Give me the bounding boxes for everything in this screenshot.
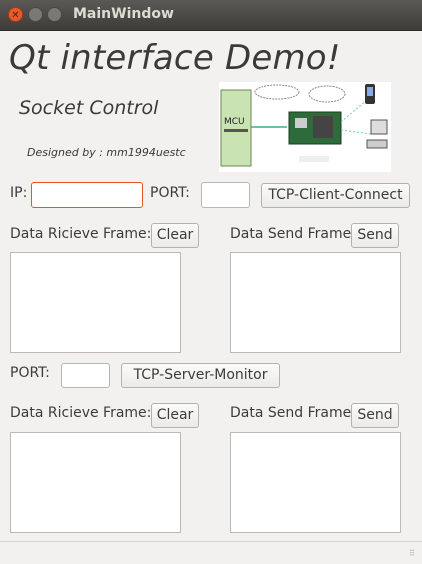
server-send-frame-label: Data Send Frame: [230, 405, 356, 421]
server-send-textarea[interactable] [230, 432, 401, 533]
page-subtitle: Socket Control [19, 97, 159, 119]
client-receive-frame-label: Data Ricieve Frame: [10, 226, 152, 242]
window-titlebar: ✕ MainWindow [0, 0, 422, 31]
client-send-frame-label: Data Send Frame: [230, 226, 356, 242]
server-receive-frame-label: Data Ricieve Frame: [10, 405, 152, 421]
ip-label: IP: [10, 185, 28, 201]
client-send-button[interactable]: Send [351, 223, 399, 248]
credit-label: Designed by : mm1994uestc [27, 146, 186, 159]
server-clear-button[interactable]: Clear [151, 403, 199, 428]
client-send-textarea[interactable] [230, 252, 401, 353]
resize-grip-icon[interactable]: ⠿ [409, 550, 419, 561]
client-port-label: PORT: [150, 185, 190, 201]
window-maximize-button[interactable] [47, 7, 62, 22]
client-port-input[interactable] [201, 182, 250, 208]
window-minimize-button[interactable] [28, 7, 43, 22]
server-port-label: PORT: [10, 365, 50, 381]
client-clear-button[interactable]: Clear [151, 223, 199, 248]
tcp-server-monitor-button[interactable]: TCP-Server-Monitor [121, 363, 280, 388]
network-diagram-image: MCU [219, 82, 391, 172]
mcu-label: MCU [224, 117, 245, 127]
status-bar: ⠿ [0, 541, 422, 564]
client-receive-textarea[interactable] [10, 252, 181, 353]
window-title: MainWindow [73, 6, 174, 22]
ip-input[interactable] [31, 182, 143, 208]
server-port-input[interactable] [61, 363, 110, 388]
server-send-button[interactable]: Send [351, 403, 399, 428]
page-title: Qt interface Demo! [9, 38, 341, 78]
tcp-client-connect-button[interactable]: TCP-Client-Connect [261, 183, 410, 208]
window-close-button[interactable]: ✕ [8, 7, 23, 22]
server-receive-textarea[interactable] [10, 432, 181, 533]
